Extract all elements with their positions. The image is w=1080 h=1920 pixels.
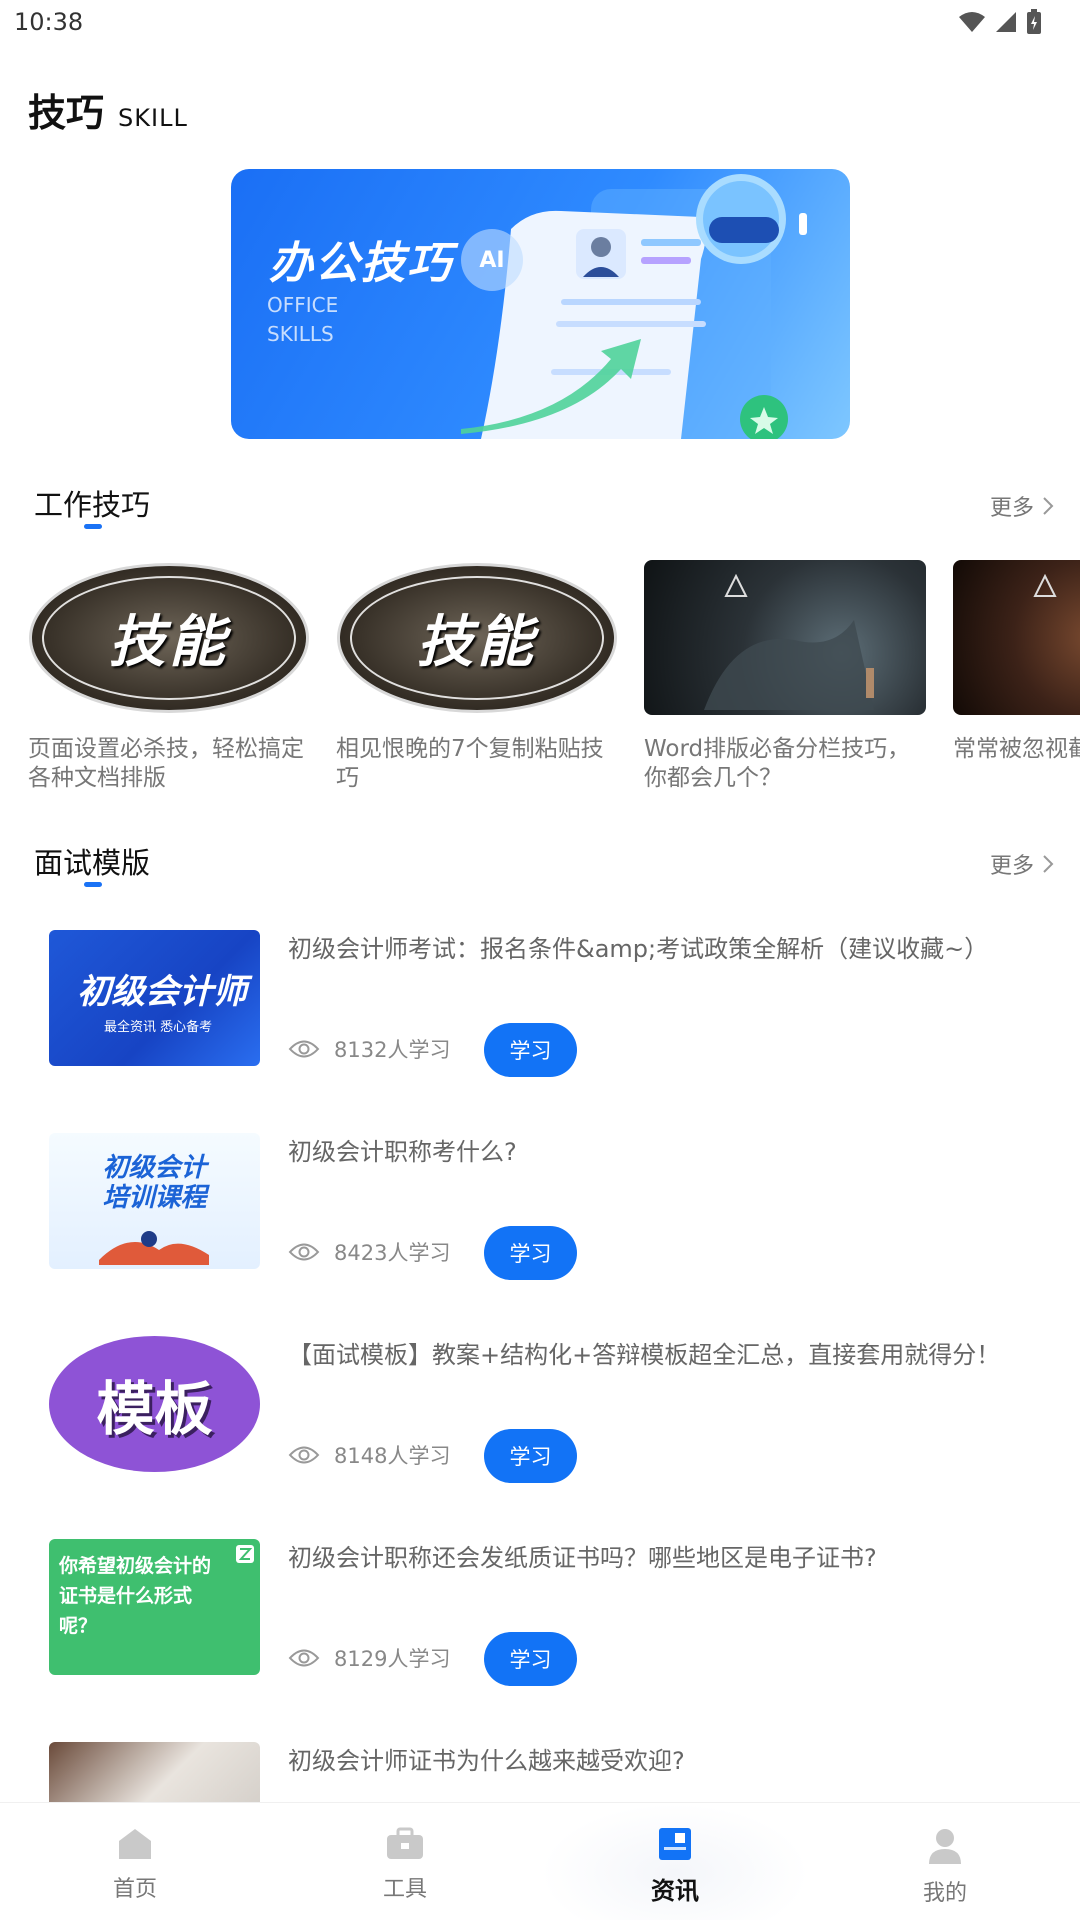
list-thumbnail: 初级会计 培训课程 — [49, 1133, 260, 1269]
view-count: 8132人学习 — [288, 1034, 450, 1064]
skill-thumbnail — [953, 560, 1080, 715]
list-item-title: 初级会计师证书为什么越来越受欢迎? — [288, 1747, 685, 1775]
page-subtitle: SKILL — [118, 104, 188, 132]
wifi-icon — [959, 12, 985, 32]
eye-icon — [288, 1446, 320, 1464]
thumb-subtext: 最全资讯 悉心备考 — [104, 1020, 213, 1035]
list-item-title: 初级会计师考试：报名条件&amp;考试政策全解析（建议收藏~） — [288, 935, 989, 963]
logo-icon — [236, 1545, 254, 1563]
view-count-label: 8132人学习 — [334, 1038, 451, 1062]
nav-label: 首页 — [112, 1877, 157, 1902]
signal-icon — [996, 12, 1016, 32]
list-item-title: 【面试模板】教案+结构化+答辩模板超全汇总，直接套用就得分！ — [288, 1341, 1001, 1369]
nav-item-profile[interactable]: 我的 — [810, 1803, 1080, 1920]
nav-item-home[interactable]: 首页 — [0, 1803, 270, 1920]
section-underline — [84, 524, 102, 529]
skill-card[interactable]: 技能 相见恨晚的7个复制粘贴技巧 — [336, 560, 618, 793]
learn-button[interactable]: 学习 — [484, 1632, 577, 1686]
work-skills-header: 工作技巧 更多 — [34, 482, 1054, 542]
skill-thumbnail: 技能 — [336, 560, 618, 715]
skill-card[interactable]: 常常被忽视截图，你会 — [953, 560, 1080, 764]
list-thumbnail: 初级会计师 最全资讯 悉心备考 — [49, 930, 260, 1066]
work-skills-carousel[interactable]: 技能 页面设置必杀技，轻松搞定各种文档排版 技能 相见恨晚的7个复制粘贴技巧 W… — [28, 560, 1080, 800]
list-thumbnail: 你希望初级会计的证书是什么形式呢？ — [49, 1539, 260, 1675]
chevron-right-icon — [1043, 855, 1054, 873]
page-title: 技巧 — [28, 91, 105, 135]
work-skills-more-button[interactable]: 更多 — [990, 490, 1054, 522]
view-count: 8148人学习 — [288, 1440, 450, 1470]
work-skills-title: 工作技巧 — [34, 488, 151, 522]
view-count-label: 8148人学习 — [334, 1444, 451, 1468]
interview-list[interactable]: 初级会计师 最全资讯 悉心备考 初级会计师考试：报名条件&amp;考试政策全解析… — [0, 900, 1080, 1802]
nav-item-tools[interactable]: 工具 — [270, 1803, 540, 1920]
ai-badge: AI — [461, 229, 523, 291]
learn-button[interactable]: 学习 — [484, 1226, 577, 1280]
eye-icon — [288, 1649, 320, 1667]
banner-subtitle: OFFICE SKILLS — [267, 293, 339, 346]
chevron-right-icon — [1043, 497, 1054, 515]
list-item[interactable]: 初级会计 培训课程 初级会计职称考什么? 8423人学习 学习 — [0, 1103, 1080, 1307]
interview-title: 面试模版 — [34, 846, 151, 880]
skill-card-title: 常常被忽视截图，你会 — [953, 736, 1080, 762]
list-item-title: 初级会计职称还会发纸质证书吗？哪些地区是电子证书? — [288, 1544, 877, 1572]
office-skills-banner[interactable]: 办公技巧 AI OFFICE SKILLS — [231, 169, 850, 439]
home-icon — [119, 1829, 151, 1859]
thumb-text: 模板 — [96, 1375, 213, 1443]
bottom-navigation: 首页 工具 资讯 我的 — [0, 1802, 1080, 1920]
list-item[interactable]: 初级会计师证书为什么越来越受欢迎? — [0, 1712, 1080, 1802]
interview-more-button[interactable]: 更多 — [990, 848, 1054, 880]
thumb-illustration — [99, 1231, 209, 1265]
section-underline — [84, 882, 102, 887]
news-icon — [659, 1828, 691, 1860]
skill-card-title: 页面设置必杀技，轻松搞定各种文档排版 — [28, 736, 304, 791]
interview-header: 面试模版 更多 — [34, 840, 1054, 900]
profile-icon — [929, 1829, 961, 1864]
list-thumbnail — [49, 1742, 260, 1802]
skill-card-title: 相见恨晚的7个复制粘贴技巧 — [336, 736, 604, 791]
list-item[interactable]: 初级会计师 最全资讯 悉心备考 初级会计师考试：报名条件&amp;考试政策全解析… — [0, 900, 1080, 1104]
status-icons — [958, 9, 1042, 35]
skill-thumbnail — [644, 560, 926, 715]
ai-badge-label: AI — [479, 247, 505, 273]
view-count: 8423人学习 — [288, 1237, 450, 1267]
skill-card[interactable]: Word排版必备分栏技巧，你都会几个？ — [644, 560, 926, 793]
more-label: 更多 — [989, 496, 1034, 521]
list-item[interactable]: 你希望初级会计的证书是什么形式呢？ 初级会计职称还会发纸质证书吗？哪些地区是电子… — [0, 1509, 1080, 1713]
banner-title: 办公技巧 — [269, 238, 453, 289]
skill-thumbnail: 技能 — [28, 560, 310, 715]
battery-icon — [1027, 9, 1041, 34]
logo-icon — [1033, 574, 1057, 597]
eye-icon — [288, 1040, 320, 1058]
list-item-title: 初级会计职称考什么? — [288, 1138, 517, 1166]
view-count-label: 8423人学习 — [334, 1241, 451, 1265]
thumb-text: 技能 — [109, 610, 229, 675]
page-header: 技巧 SKILL — [28, 82, 188, 137]
thumb-text: 初级会计 培训课程 — [102, 1153, 207, 1213]
toolbox-icon — [387, 1827, 423, 1859]
list-item[interactable]: 模板 【面试模板】教案+结构化+答辩模板超全汇总，直接套用就得分！ 8148人学… — [0, 1306, 1080, 1510]
eye-icon — [288, 1243, 320, 1261]
learn-button[interactable]: 学习 — [484, 1429, 577, 1483]
thumb-text: 初级会计师 — [77, 972, 247, 1012]
skill-card-title: Word排版必备分栏技巧，你都会几个？ — [644, 736, 911, 791]
nav-label: 资讯 — [651, 1877, 699, 1905]
thumb-text: 你希望初级会计的证书是什么形式呢？ — [59, 1555, 212, 1637]
scene-illustration — [704, 620, 874, 710]
view-count-label: 8129人学习 — [334, 1647, 451, 1671]
view-count: 8129人学习 — [288, 1643, 450, 1673]
more-label: 更多 — [989, 854, 1034, 879]
learn-button[interactable]: 学习 — [484, 1023, 577, 1077]
nav-item-news[interactable]: 资讯 — [540, 1803, 810, 1920]
skill-card[interactable]: 技能 页面设置必杀技，轻松搞定各种文档排版 — [28, 560, 310, 793]
nav-label: 工具 — [382, 1877, 427, 1902]
list-thumbnail: 模板 — [49, 1336, 260, 1472]
status-bar: 10:38 — [0, 0, 1080, 44]
thumb-text: 技能 — [417, 610, 537, 675]
nav-label: 我的 — [922, 1881, 967, 1906]
status-time: 10:38 — [14, 8, 84, 36]
